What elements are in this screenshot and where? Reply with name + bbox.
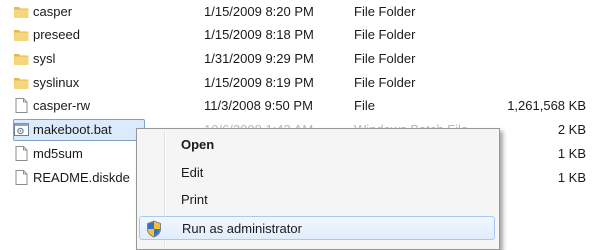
file-name: makeboot.bat (33, 122, 112, 137)
menu-item-run-as-administrator[interactable]: Run as administrator (139, 216, 495, 240)
file-name: preseed (33, 27, 80, 42)
blank-file-icon (13, 169, 30, 186)
file-name: casper-rw (33, 98, 91, 113)
menu-item-print[interactable]: Print (139, 188, 495, 212)
file-size: 1 KB (557, 146, 586, 161)
context-menu: Open Edit Print Run as administrator (136, 128, 500, 250)
file-date: 1/31/2009 9:29 PM (204, 51, 314, 66)
file-type: File (354, 98, 375, 113)
blank-file-icon (13, 97, 30, 114)
file-date: 11/3/2008 9:50 PM (204, 98, 313, 113)
uac-shield-icon (146, 220, 162, 238)
batch-file-icon (13, 121, 30, 138)
file-date: 1/15/2009 8:19 PM (204, 75, 314, 90)
file-row-casper-rw[interactable]: casper-rw 11/3/2008 9:50 PM File 1,261,5… (0, 94, 600, 117)
file-type: File Folder (354, 51, 416, 66)
file-size: 2 KB (557, 122, 586, 137)
menu-item-label: Run as administrator (182, 221, 302, 236)
file-size: 1 KB (557, 170, 586, 185)
menu-item-label: Print (181, 192, 208, 207)
menu-item-label: Open (181, 137, 215, 152)
file-size: 1,261,568 KB (507, 98, 586, 113)
file-name: md5sum (33, 146, 83, 161)
file-name: README.diskde (33, 170, 130, 185)
menu-item-label: Edit (181, 165, 204, 180)
blank-file-icon (13, 145, 30, 162)
file-row-sysl[interactable]: sysl 1/31/2009 9:29 PM File Folder (0, 47, 600, 70)
file-row-syslinux[interactable]: syslinux 1/15/2009 8:19 PM File Folder (0, 71, 600, 94)
file-name: casper (33, 4, 73, 19)
file-name: sysl (33, 51, 56, 66)
folder-icon (13, 3, 30, 20)
file-row-casper[interactable]: casper 1/15/2009 8:20 PM File Folder (0, 0, 600, 23)
menu-item-open[interactable]: Open (139, 133, 495, 157)
file-type: File Folder (354, 4, 416, 19)
file-row-preseed[interactable]: preseed 1/15/2009 8:18 PM File Folder (0, 23, 600, 46)
file-type: File Folder (354, 75, 416, 90)
folder-icon (13, 50, 30, 67)
file-type: File Folder (354, 27, 416, 42)
folder-icon (13, 26, 30, 43)
file-date: 1/15/2009 8:18 PM (204, 27, 314, 42)
file-name: syslinux (33, 75, 80, 90)
folder-icon (13, 74, 30, 91)
menu-item-edit[interactable]: Edit (139, 161, 495, 185)
file-date: 1/15/2009 8:20 PM (204, 4, 314, 19)
